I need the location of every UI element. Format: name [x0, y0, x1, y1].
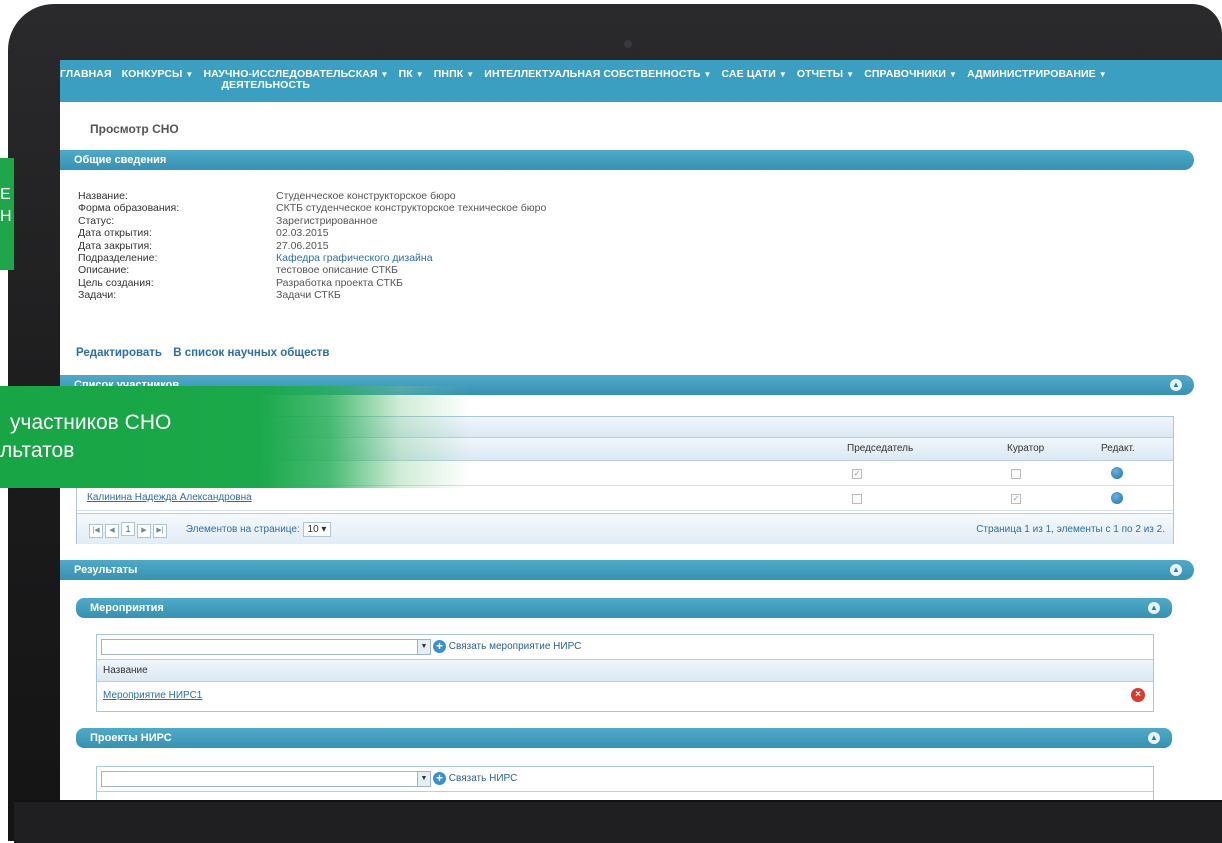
nav-ip[interactable]: ИНТЕЛЛЕКТУАЛЬНАЯ СОБСТВЕННОСТЬ ▼ [484, 69, 711, 80]
nav-cae[interactable]: САЕ ЦАТИ ▼ [722, 69, 787, 80]
table-row: Калинина Надежда Александровна ✓ [77, 486, 1173, 511]
participant-link[interactable]: Калинина Надежда Александровна [87, 492, 252, 503]
chevron-down-icon: ▼ [846, 70, 855, 79]
info-row: Дата закрытия: 27.06.2015 [78, 239, 329, 252]
chevron-down-icon: ▼ [380, 70, 389, 79]
col-edit: Редакт. [1101, 443, 1135, 454]
nav-reports[interactable]: ОТЧЕТЫ ▼ [797, 69, 854, 80]
nav-directories[interactable]: СПРАВОЧНИКИ ▼ [864, 69, 957, 80]
chevron-down-icon: ▼ [778, 70, 787, 79]
delete-icon[interactable]: × [1131, 688, 1145, 702]
col-chair[interactable]: Председатель [847, 443, 913, 454]
chevron-down-icon: ▼ [949, 70, 958, 79]
general-info: Название: Студенческое конструкторское бю… [78, 190, 546, 302]
nav-contests[interactable]: КОНКУРСЫ ▼ [122, 69, 194, 80]
chair-checkbox: ✓ [852, 469, 862, 479]
chevron-down-icon: ▼ [415, 70, 424, 79]
next-page-icon[interactable]: ▶ [137, 524, 151, 538]
chevron-down-icon: ▼ [185, 70, 194, 79]
events-header: Название [97, 660, 1153, 682]
top-nav: ГЛАВНАЯ КОНКУРСЫ ▼ НАУЧНО-ИССЛЕДОВАТЕЛЬСК… [60, 60, 1222, 102]
collapse-icon[interactable]: ▲ [1148, 602, 1160, 614]
info-row: Задачи: Задачи СТКБ [78, 289, 341, 302]
back-to-list-link[interactable]: В список научных обществ [173, 347, 329, 359]
per-page-select[interactable]: 10 ▾ [302, 522, 332, 537]
info-row: Подразделение: Кафедра графического дизай… [78, 251, 433, 264]
link-event-button[interactable]: + Связать мероприятие НИРС [433, 640, 581, 653]
event-link[interactable]: Мероприятие НИРС1 [103, 690, 202, 701]
chevron-down-icon: ▼ [417, 772, 430, 786]
nav-research[interactable]: НАУЧНО-ИССЛЕДОВАТЕЛЬСКАЯ ▼ ДЕЯТЕЛЬНОСТЬ [203, 69, 389, 91]
collapse-icon[interactable]: ▲ [1148, 732, 1160, 744]
actions: Редактировать В список научных обществ [76, 347, 337, 359]
page-number[interactable]: 1 [121, 522, 135, 536]
camera [624, 40, 632, 48]
info-row: Дата открытия: 02.03.2015 [78, 227, 329, 240]
projects-table: ▼ + Связать НИРС [96, 766, 1154, 800]
curator-checkbox [1011, 469, 1021, 479]
chair-checkbox [852, 494, 862, 504]
events-table: ▼ + Связать мероприятие НИРС Название Ме… [96, 634, 1154, 712]
info-row: Цель создания: Разработка проекта СТКБ [78, 276, 403, 289]
chevron-down-icon: ▼ [1098, 70, 1107, 79]
plus-icon: + [433, 640, 446, 653]
project-select[interactable]: ▼ [101, 771, 431, 787]
last-page-icon[interactable]: ▶| [153, 524, 167, 538]
event-select[interactable]: ▼ [101, 639, 431, 655]
plus-icon: + [433, 772, 446, 785]
chevron-down-icon: ▼ [466, 70, 475, 79]
pager-status: Страница 1 из 1, элементы с 1 по 2 из 2. [976, 524, 1165, 535]
edit-icon[interactable] [1111, 467, 1123, 479]
curator-checkbox: ✓ [1011, 494, 1021, 504]
edit-icon[interactable] [1111, 492, 1123, 504]
nav-main[interactable]: ГЛАВНАЯ [60, 69, 112, 80]
info-row: Форма образования: СКТБ студенческое конс… [78, 202, 547, 215]
link-project-button[interactable]: + Связать НИРС [433, 772, 517, 785]
prev-page-icon[interactable]: ◀ [105, 524, 119, 538]
nav-pnpk[interactable]: ПНПК ▼ [434, 69, 475, 80]
table-row: Мероприятие НИРС1 × [97, 682, 1153, 710]
collapse-icon[interactable]: ▲ [1170, 564, 1182, 576]
chevron-down-icon: ▼ [417, 640, 430, 654]
banner-line-1: участников СНО [10, 411, 172, 434]
chevron-down-icon: ▼ [703, 70, 712, 79]
laptop-bottom-bezel [14, 800, 1222, 843]
info-row: Описание: тестовое описание СТКБ [78, 264, 398, 277]
info-row: Название: Студенческое конструкторское бю… [78, 190, 456, 202]
projects-section-header: Проекты НИРС ▲ [76, 728, 1172, 748]
events-section-header: Мероприятия ▲ [76, 598, 1172, 618]
projects-toolbar: ▼ + Связать НИРС [97, 767, 1153, 792]
department-link[interactable]: Кафедра графического дизайна [276, 252, 433, 264]
page-title: Просмотр СНО [90, 122, 179, 136]
events-toolbar: ▼ + Связать мероприятие НИРС [97, 635, 1153, 660]
info-row: Статус: Зарегистрированное [78, 214, 378, 227]
first-page-icon[interactable]: |◀ [89, 524, 103, 538]
pager: |◀ ◀ 1 ▶ ▶| Элементов на странице: 10 ▾ Стра… [77, 513, 1173, 544]
general-section-header: Общие сведения [60, 150, 1194, 170]
edit-link[interactable]: Редактировать [76, 347, 162, 359]
results-section-header: Результаты ▲ [60, 560, 1194, 580]
overlay-banner: участников СНО льтатов [0, 386, 470, 488]
overlay-green-tab: Е Н [0, 158, 14, 270]
banner-line-2: льтатов [0, 439, 75, 462]
col-curator[interactable]: Куратор [1007, 443, 1044, 454]
nav-pk[interactable]: ПК ▼ [399, 69, 424, 80]
collapse-icon[interactable]: ▲ [1170, 379, 1182, 391]
nav-admin[interactable]: АДМИНИСТРИРОВАНИЕ ▼ [967, 69, 1107, 80]
